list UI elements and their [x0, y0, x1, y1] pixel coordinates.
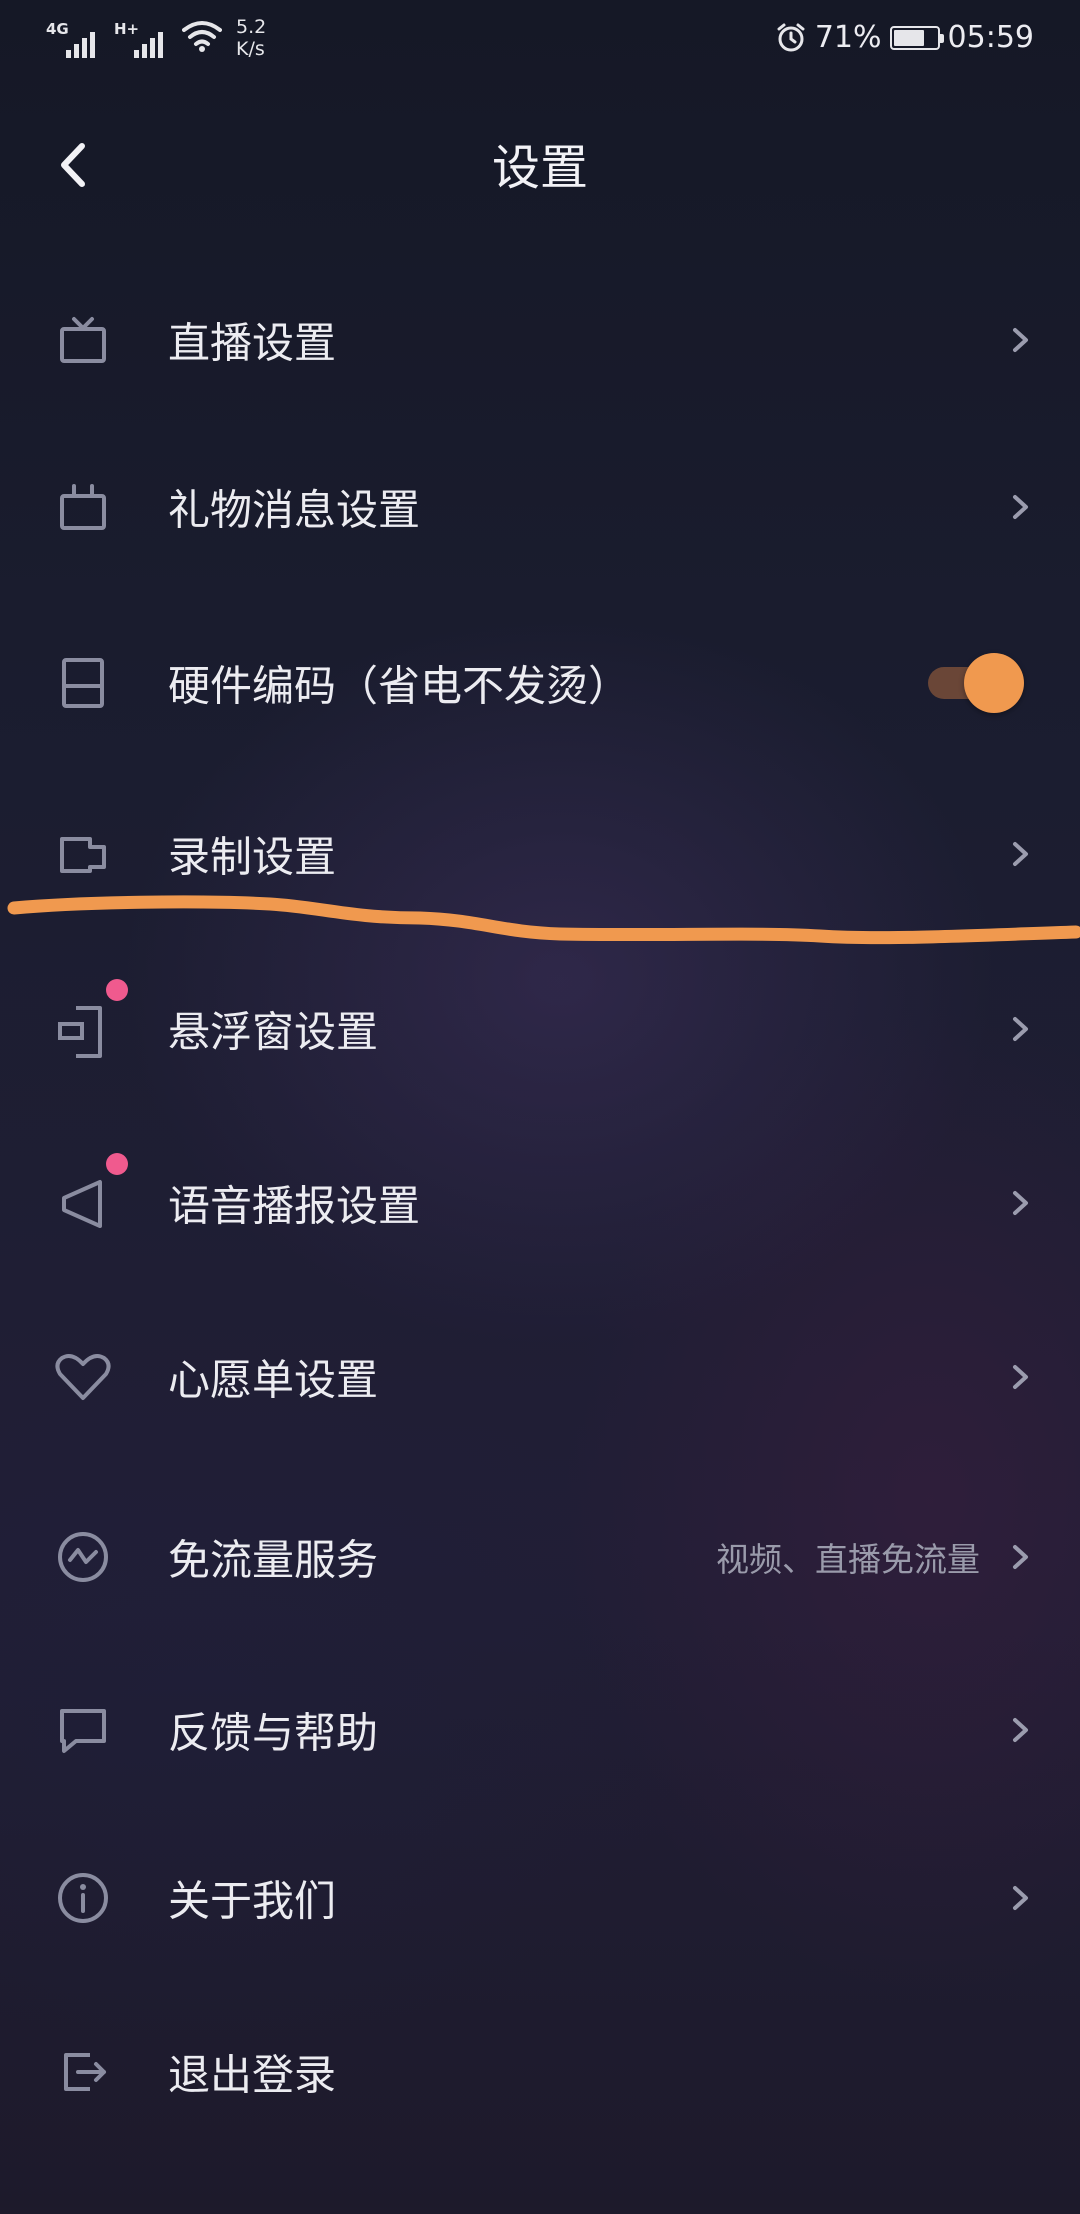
menu-item-label: 心愿单设置: [168, 1355, 379, 1405]
menu-item-feedback-help[interactable]: 反馈与帮助: [0, 1655, 1080, 1805]
floating-window-icon: [58, 1006, 102, 1058]
menu-item-label: 退出登录: [168, 2050, 337, 2100]
menu-item-label: 硬件编码（省电不发烫）: [168, 661, 631, 711]
battery-percent: 71%: [814, 20, 882, 55]
info-icon: [58, 1873, 108, 1923]
status-bar: 4G H+ 5.2 K/s 71% 05:59: [0, 0, 1080, 86]
gift-box-icon: [60, 484, 106, 530]
chevron-right-icon: [1013, 1545, 1028, 1569]
menu-item-label: 免流量服务: [168, 1535, 379, 1585]
chevron-right-icon: [1013, 1191, 1028, 1215]
menu-item-label: 录制设置: [168, 832, 337, 882]
menu-item-voice-broadcast-settings[interactable]: 语音播报设置: [0, 1128, 1080, 1278]
tv-icon: [60, 317, 106, 363]
page-header: 设置: [0, 100, 1080, 230]
chevron-right-icon: [1013, 1365, 1028, 1389]
menu-item-label: 反馈与帮助: [168, 1708, 379, 1758]
menu-item-gift-message-settings[interactable]: 礼物消息设置: [0, 432, 1080, 582]
network-speed-value: 5.2: [236, 16, 267, 38]
hardware-encoding-toggle[interactable]: [928, 651, 1028, 715]
menu-item-logout[interactable]: 退出登录: [0, 1997, 1080, 2147]
cellular-signal-icon: H+: [114, 18, 172, 58]
record-icon: [60, 837, 106, 873]
chat-bubble-icon: [60, 1709, 106, 1753]
battery-fill: [893, 29, 924, 46]
wifi-icon: [182, 21, 222, 52]
menu-item-label: 语音播报设置: [168, 1181, 421, 1231]
menu-item-subtitle: 视频、直播免流量: [716, 1540, 980, 1579]
alarm-icon: [777, 23, 805, 51]
notification-badge: [106, 1153, 128, 1175]
menu-item-label: 礼物消息设置: [168, 485, 421, 535]
menu-item-wishlist-settings[interactable]: 心愿单设置: [0, 1302, 1080, 1452]
logout-icon: [64, 2053, 106, 2091]
chevron-right-icon: [1013, 1718, 1028, 1742]
menu-item-label: 悬浮窗设置: [168, 1007, 379, 1057]
chevron-right-icon: [1013, 1886, 1028, 1910]
menu-item-record-settings[interactable]: 录制设置: [0, 779, 1080, 929]
chevron-right-icon: [1013, 495, 1028, 519]
menu-item-live-settings[interactable]: 直播设置: [0, 265, 1080, 415]
page-title: 设置: [491, 140, 588, 196]
cellular-signal-icon: 4G: [46, 18, 104, 58]
notification-badge: [106, 979, 128, 1001]
hardware-icon: [62, 658, 104, 708]
menu-item-about-us[interactable]: 关于我们: [0, 1823, 1080, 1973]
menu-item-data-free-service[interactable]: 免流量服务 视频、直播免流量: [0, 1482, 1080, 1632]
chevron-right-icon: [1013, 328, 1028, 352]
network-speed-unit: K/s: [236, 38, 265, 60]
menu-item-floating-window-settings[interactable]: 悬浮窗设置: [0, 954, 1080, 1104]
status-right: 71% 05:59: [775, 20, 1034, 55]
chevron-right-icon: [1013, 842, 1028, 866]
toggle-knob: [964, 653, 1024, 713]
menu-item-hardware-encoding[interactable]: 硬件编码（省电不发烫）: [0, 608, 1080, 758]
battery-icon: [889, 25, 944, 50]
status-left: 4G H+ 5.2 K/s: [46, 16, 266, 60]
menu-item-label: 直播设置: [168, 318, 337, 368]
data-free-icon: [58, 1532, 108, 1582]
speaker-icon: [62, 1180, 102, 1228]
menu-item-label: 关于我们: [168, 1876, 337, 1926]
chevron-right-icon: [1013, 1017, 1028, 1041]
clock-time: 05:59: [947, 20, 1034, 55]
heart-icon: [55, 1354, 111, 1400]
network-speed: 5.2 K/s: [236, 16, 266, 60]
